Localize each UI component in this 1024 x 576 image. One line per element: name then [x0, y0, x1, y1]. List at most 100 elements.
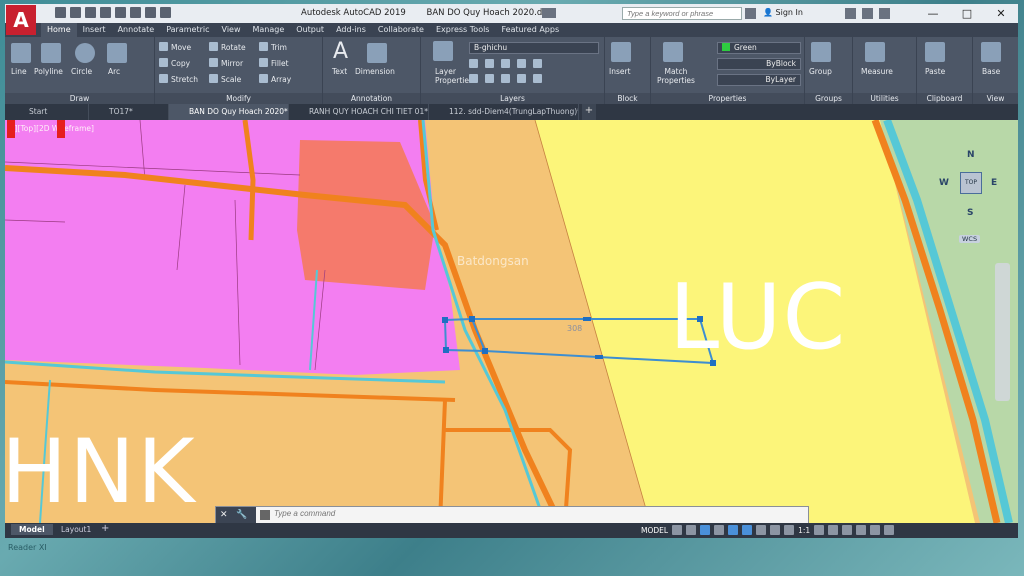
redo-icon[interactable] — [145, 7, 156, 18]
line-icon[interactable] — [11, 43, 31, 63]
lineweight-icon[interactable] — [756, 525, 767, 535]
tab-featured-apps[interactable]: Featured Apps — [495, 23, 565, 37]
annotation-scale-value[interactable]: 1:1 — [798, 526, 810, 535]
ortho-icon[interactable] — [700, 525, 711, 535]
close-button[interactable]: ✕ — [984, 4, 1018, 23]
layer-tool-icon[interactable] — [517, 59, 526, 68]
osnap-icon[interactable] — [728, 525, 739, 535]
circle-button[interactable]: Circle — [71, 67, 92, 76]
match-properties-icon[interactable] — [663, 42, 683, 62]
color-dropdown[interactable]: Green — [717, 42, 801, 54]
sign-in-link[interactable]: 👤 Sign In — [763, 8, 803, 17]
gear-icon[interactable] — [814, 525, 825, 535]
arc-icon[interactable] — [107, 43, 127, 63]
properties-panel-title[interactable]: Properties — [651, 93, 804, 104]
viewcube[interactable]: N W E S TOP WCS — [935, 140, 1005, 250]
workspace-switch-icon[interactable] — [542, 8, 556, 18]
wcs-menu[interactable]: WCS — [959, 235, 981, 243]
circle-icon[interactable] — [75, 43, 95, 63]
tab-parametric[interactable]: Parametric — [160, 23, 215, 37]
layer-tool-icon[interactable] — [501, 74, 510, 83]
annotation-panel-title[interactable]: Annotation — [323, 93, 420, 104]
binoculars-icon[interactable] — [745, 8, 756, 19]
text-button[interactable]: Text — [332, 67, 347, 76]
compass-west[interactable]: W — [939, 178, 949, 188]
model-layout-tab[interactable]: Model — [11, 524, 53, 535]
undo-icon[interactable] — [130, 7, 141, 18]
command-input[interactable] — [274, 509, 774, 518]
measure-icon[interactable] — [865, 42, 885, 62]
viewcube-top-face[interactable]: TOP — [960, 172, 982, 194]
dimension-button[interactable]: Dimension — [355, 67, 395, 76]
stretch-button[interactable]: Stretch — [159, 74, 198, 84]
tab-view[interactable]: View — [216, 23, 247, 37]
tab-output[interactable]: Output — [290, 23, 330, 37]
paste-icon[interactable] — [925, 42, 945, 62]
tab-collaborate[interactable]: Collaborate — [372, 23, 430, 37]
paste-button[interactable]: Paste — [925, 67, 945, 76]
navigation-bar[interactable] — [995, 263, 1010, 401]
array-button[interactable]: Array — [259, 74, 291, 84]
arc-button[interactable]: Arc — [108, 67, 120, 76]
grid-icon[interactable] — [672, 525, 683, 535]
block-panel-title[interactable]: Block — [605, 93, 650, 104]
polyline-icon[interactable] — [41, 43, 61, 63]
layer-tool-icon[interactable] — [501, 59, 510, 68]
group-icon[interactable] — [811, 42, 831, 62]
layer-tool-icon[interactable] — [533, 74, 542, 83]
layer-properties-icon[interactable] — [433, 41, 453, 61]
utilities-panel-title[interactable]: Utilities — [853, 93, 916, 104]
layer-tool-icon[interactable] — [469, 59, 478, 68]
otrack-icon[interactable] — [742, 525, 753, 535]
mirror-button[interactable]: Mirror — [209, 58, 243, 68]
layers-panel-title[interactable]: Layers — [421, 93, 604, 104]
layer-properties-button[interactable]: Layer Properties — [435, 67, 473, 85]
group-button[interactable]: Group — [809, 67, 832, 76]
layout1-tab[interactable]: Layout1 — [55, 524, 97, 535]
tab-express-tools[interactable]: Express Tools — [430, 23, 496, 37]
doc-tab[interactable]: RANH QUY HOACH CHI TIET 01* — [289, 104, 429, 120]
doc-tab-start[interactable]: Start — [9, 104, 89, 120]
application-menu-button[interactable]: A — [6, 5, 36, 35]
annotation-scale-icon[interactable] — [784, 525, 795, 535]
drawing-canvas[interactable]: [-][Top][2D Wireframe] Batdongsan 308 HN… — [5, 120, 1018, 523]
tab-manage[interactable]: Manage — [247, 23, 291, 37]
groups-panel-title[interactable]: Groups — [805, 93, 852, 104]
help-icon[interactable] — [879, 8, 890, 19]
modify-panel-title[interactable]: Modify — [155, 93, 322, 104]
view-panel-title[interactable]: View — [973, 93, 1018, 104]
draw-panel-title[interactable]: Draw — [5, 93, 154, 104]
layer-tool-icon[interactable] — [517, 74, 526, 83]
compass-north[interactable]: N — [967, 150, 975, 160]
annotation-visibility-icon[interactable] — [770, 525, 781, 535]
close-icon[interactable]: ✕ — [220, 510, 228, 520]
match-properties-button[interactable]: Match Properties — [655, 67, 697, 85]
doc-tab[interactable]: 112. sdd-Diem4(TrungLapThuong)* — [429, 104, 579, 120]
minimize-button[interactable]: — — [916, 4, 950, 23]
fullscreen-icon[interactable] — [870, 525, 881, 535]
measure-button[interactable]: Measure — [861, 67, 893, 76]
customize-icon[interactable] — [884, 525, 895, 535]
compass-south[interactable]: S — [967, 208, 973, 218]
copy-button[interactable]: Copy — [159, 58, 190, 68]
viewport-controls[interactable]: [-][Top][2D Wireframe] — [9, 124, 94, 133]
layer-tool-icon[interactable] — [485, 59, 494, 68]
maximize-button[interactable]: □ — [950, 4, 984, 23]
line-button[interactable]: Line — [11, 67, 27, 76]
tab-annotate[interactable]: Annotate — [112, 23, 161, 37]
isolate-icon[interactable] — [842, 525, 853, 535]
add-layout-button[interactable]: + — [101, 523, 109, 534]
layer-dropdown[interactable]: B-ghichu — [469, 42, 599, 54]
trim-button[interactable]: Trim — [259, 42, 287, 52]
doc-tab[interactable]: TO17* — [89, 104, 169, 120]
tab-insert[interactable]: Insert — [77, 23, 112, 37]
lineweight-dropdown[interactable]: ByLayer — [717, 74, 801, 86]
compass-east[interactable]: E — [991, 178, 997, 188]
save-as-icon[interactable] — [100, 7, 111, 18]
insert-icon[interactable] — [611, 42, 631, 62]
dimension-icon[interactable] — [367, 43, 387, 63]
base-icon[interactable] — [981, 42, 1001, 62]
polyline-button[interactable]: Polyline — [34, 67, 63, 76]
cart-icon[interactable] — [845, 8, 856, 19]
polar-icon[interactable] — [714, 525, 725, 535]
